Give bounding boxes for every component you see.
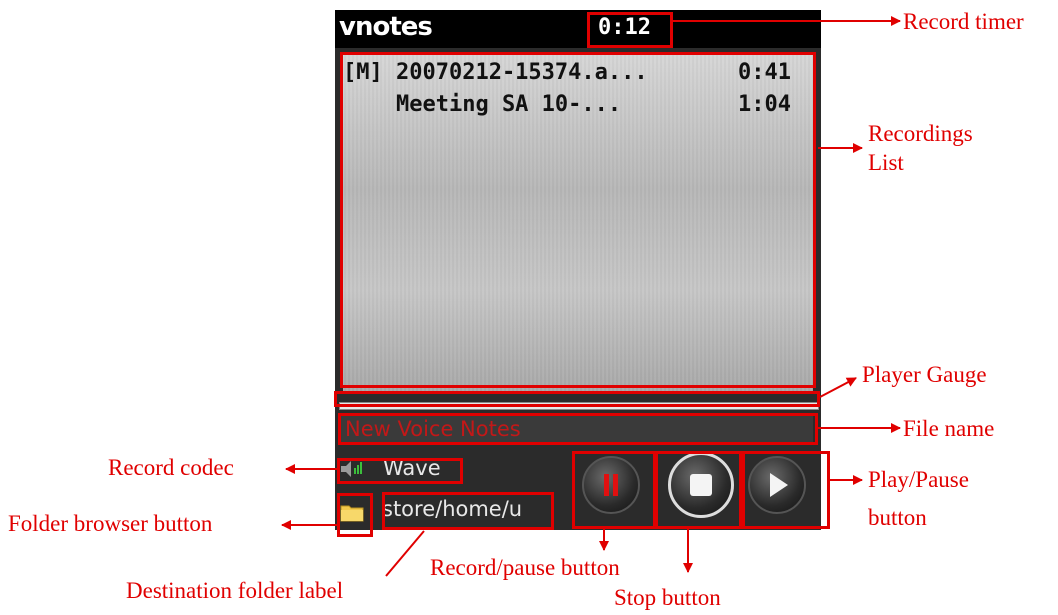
- label-stop-button: Stop button: [614, 585, 721, 610]
- stop-highlight: [655, 451, 742, 529]
- recording-name: Meeting SA 10-...: [343, 92, 622, 117]
- label-play-pause-2: button: [868, 505, 927, 530]
- play-pause-highlight: [742, 451, 830, 529]
- label-record-timer: Record timer: [903, 9, 1024, 34]
- file-name-highlight: [338, 413, 818, 445]
- destination-folder-highlight: [382, 492, 554, 530]
- list-item[interactable]: [M] 20070212-15374.a... 0:41: [343, 60, 813, 92]
- label-record-pause: Record/pause button: [430, 555, 620, 580]
- label-folder-browser: Folder browser button: [8, 511, 213, 536]
- recording-duration: 1:04: [738, 92, 791, 117]
- record-pause-highlight: [572, 451, 656, 529]
- list-item[interactable]: Meeting SA 10-... 1:04: [343, 92, 813, 124]
- label-file-name: File name: [903, 416, 995, 441]
- label-recordings-list-1: Recordings: [868, 121, 973, 146]
- label-player-gauge: Player Gauge: [862, 362, 987, 387]
- label-destination-folder: Destination folder label: [126, 578, 344, 603]
- label-recordings-list-2: List: [868, 150, 904, 175]
- arrow-destination-folder: [385, 530, 425, 577]
- label-play-pause-1: Play/Pause: [868, 467, 969, 492]
- recording-duration: 0:41: [738, 60, 791, 85]
- arrow-player-gauge: [819, 377, 857, 398]
- app-title: vnotes: [339, 12, 433, 42]
- title-bar: vnotes 0:12: [335, 10, 821, 48]
- record-timer-highlight: [587, 12, 673, 48]
- label-record-codec: Record codec: [108, 455, 234, 480]
- player-gauge-highlight: [334, 391, 820, 407]
- record-codec-highlight: [337, 458, 463, 484]
- recording-name: [M] 20070212-15374.a...: [343, 60, 648, 85]
- folder-button-highlight: [337, 493, 373, 537]
